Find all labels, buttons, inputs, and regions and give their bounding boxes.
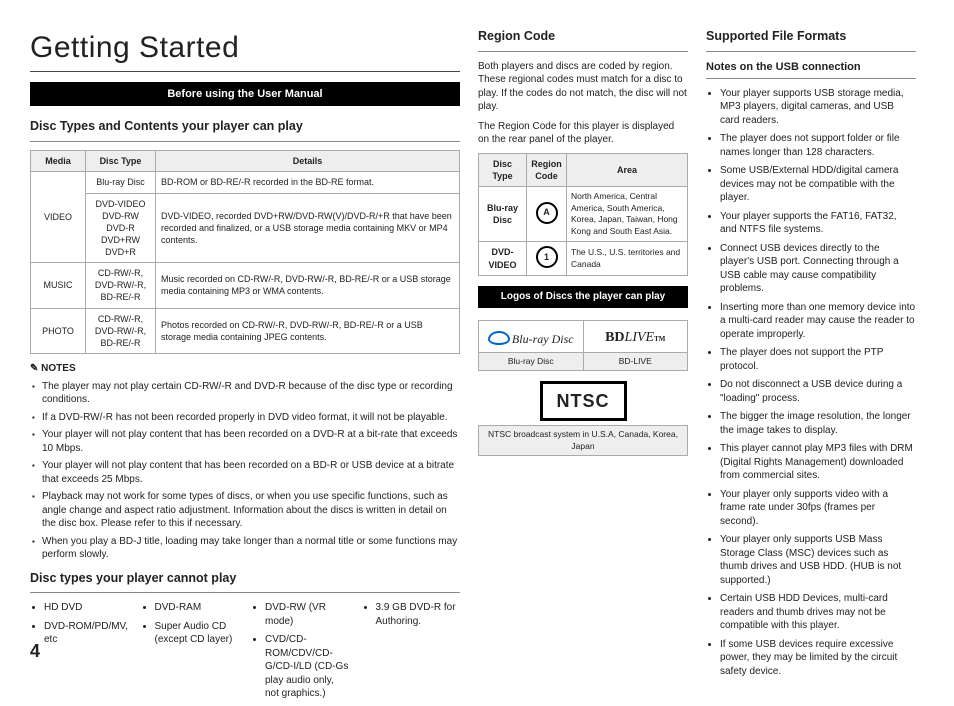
usb-note: If some USB devices require excessive po…: [720, 638, 916, 679]
page-title: Getting Started: [30, 28, 460, 72]
cannot-item: HD DVD: [44, 601, 129, 615]
th-details: Details: [156, 151, 460, 172]
td-det-dvd: DVD-VIDEO, recorded DVD+RW/DVD-RW(V)/DVD…: [156, 193, 460, 263]
usb-note: Your player supports USB storage media, …: [720, 87, 916, 128]
cannot-item: CVD/CD-ROM/CDV/CD-G/CD-I/LD (CD-Gs play …: [265, 633, 350, 701]
page-number: 4: [30, 639, 40, 663]
cannot-item: DVD-ROM/PD/MV, etc: [44, 620, 129, 647]
cannot-item: DVD-RAM: [155, 601, 240, 615]
td-media-video: VIDEO: [31, 172, 86, 263]
heading-usb-notes: Notes on the USB connection: [706, 60, 916, 79]
cannot-item: DVD-RW (VR mode): [265, 601, 350, 628]
section-bar-logos: Logos of Discs the player can play: [478, 286, 688, 308]
note-item: If a DVD-RW/-R has not been recorded pro…: [42, 411, 460, 425]
cannot-item: 3.9 GB DVD-R for Authoring.: [376, 601, 461, 628]
usb-note: Your player only supports USB Mass Stora…: [720, 533, 916, 587]
notes-heading: NOTES: [30, 362, 460, 376]
bluray-swirl-icon: [488, 331, 510, 345]
note-item: The player may not play certain CD-RW/-R…: [42, 380, 460, 407]
disc-types-table: Media Disc Type Details VIDEO Blu-ray Di…: [30, 150, 460, 354]
th-media: Media: [31, 151, 86, 172]
cannot-item: Super Audio CD (except CD layer): [155, 620, 240, 647]
usb-note: The player does not support the PTP prot…: [720, 346, 916, 373]
usb-note: Your player only supports video with a f…: [720, 488, 916, 529]
bluray-label: Blu-ray Disc: [479, 353, 583, 370]
ntsc-label: NTSC broadcast system in U.S.A, Canada, …: [478, 425, 688, 456]
usb-note: Do not disconnect a USB device during a …: [720, 378, 916, 405]
region-para-2: The Region Code for this player is displ…: [478, 120, 688, 147]
td-type-dvd: DVD-VIDEO DVD-RW DVD-R DVD+RW DVD+R: [86, 193, 156, 263]
bdlive-prefix: BD: [605, 330, 624, 345]
note-item: When you play a BD-J title, loading may …: [42, 535, 460, 562]
usb-note: The bigger the image resolution, the lon…: [720, 410, 916, 437]
note-item: Your player will not play content that h…: [42, 459, 460, 486]
th-region-code: Region Code: [527, 153, 567, 186]
region-table: Disc Type Region Code Area Blu-ray Disc …: [478, 153, 688, 276]
note-item: Playback may not work for some types of …: [42, 490, 460, 531]
bluray-logo-text: Blu-ray Disc: [512, 332, 574, 346]
bdlive-logo: BDLIVETM: [583, 321, 688, 352]
bdlive-text: LIVE: [625, 330, 655, 345]
td-bluray-type: Blu-ray Disc: [479, 187, 527, 242]
td-dvd-area: The U.S., U.S. territories and Canada: [567, 242, 688, 276]
bdlive-label: BD-LIVE: [583, 353, 688, 370]
th-disc-type: Disc Type: [86, 151, 156, 172]
td-type-photo: CD-RW/-R, DVD-RW/-R, BD-RE/-R: [86, 308, 156, 353]
td-bluray-area: North America, Central America, South Am…: [567, 187, 688, 242]
td-dvd-code: [527, 242, 567, 276]
usb-note: This player cannot play MP3 files with D…: [720, 442, 916, 483]
usb-note: Inserting more than one memory device in…: [720, 301, 916, 342]
section-bar-before-using: Before using the User Manual: [30, 82, 460, 107]
region-para-1: Both players and discs are coded by regi…: [478, 60, 688, 114]
logo-row: Blu-ray Disc BDLIVETM: [478, 320, 688, 353]
td-det-music: Music recorded on CD-RW/-R, DVD-RW/-R, B…: [156, 263, 460, 308]
region-a-icon: [536, 202, 558, 224]
th-area: Area: [567, 153, 688, 186]
usb-note: The player does not support folder or fi…: [720, 132, 916, 159]
td-type-bluray: Blu-ray Disc: [86, 172, 156, 193]
cannot-play-columns: HD DVD DVD-ROM/PD/MV, etc DVD-RAM Super …: [30, 601, 460, 706]
region-1-icon: [536, 246, 558, 268]
td-type-music: CD-RW/-R, DVD-RW/-R, BD-RE/-R: [86, 263, 156, 308]
usb-note: Your player supports the FAT16, FAT32, a…: [720, 210, 916, 237]
bluray-logo: Blu-ray Disc: [479, 321, 583, 352]
usb-note: Connect USB devices directly to the play…: [720, 242, 916, 296]
usb-note: Certain USB HDD Devices, multi-card read…: [720, 592, 916, 633]
logo-label-row: Blu-ray Disc BD-LIVE: [478, 353, 688, 371]
td-det-photo: Photos recorded on CD-RW/-R, DVD-RW/-R, …: [156, 308, 460, 353]
heading-region-code: Region Code: [478, 28, 688, 52]
ntsc-logo: NTSC: [540, 381, 627, 421]
notes-list: The player may not play certain CD-RW/-R…: [30, 380, 460, 562]
usb-note: Some USB/External HDD/digital camera dev…: [720, 164, 916, 205]
usb-notes-list: Your player supports USB storage media, …: [706, 87, 916, 679]
heading-file-formats: Supported File Formats: [706, 28, 916, 52]
heading-cannot-play: Disc types your player cannot play: [30, 570, 460, 594]
th-disc-type: Disc Type: [479, 153, 527, 186]
td-media-photo: PHOTO: [31, 308, 86, 353]
heading-disc-types: Disc Types and Contents your player can …: [30, 118, 460, 142]
td-bluray-code: [527, 187, 567, 242]
note-item: Your player will not play content that h…: [42, 428, 460, 455]
bdlive-tm: TM: [654, 335, 665, 343]
td-det-bluray: BD-ROM or BD-RE/-R recorded in the BD-RE…: [156, 172, 460, 193]
td-media-music: MUSIC: [31, 263, 86, 308]
td-dvd-type: DVD-VIDEO: [479, 242, 527, 276]
